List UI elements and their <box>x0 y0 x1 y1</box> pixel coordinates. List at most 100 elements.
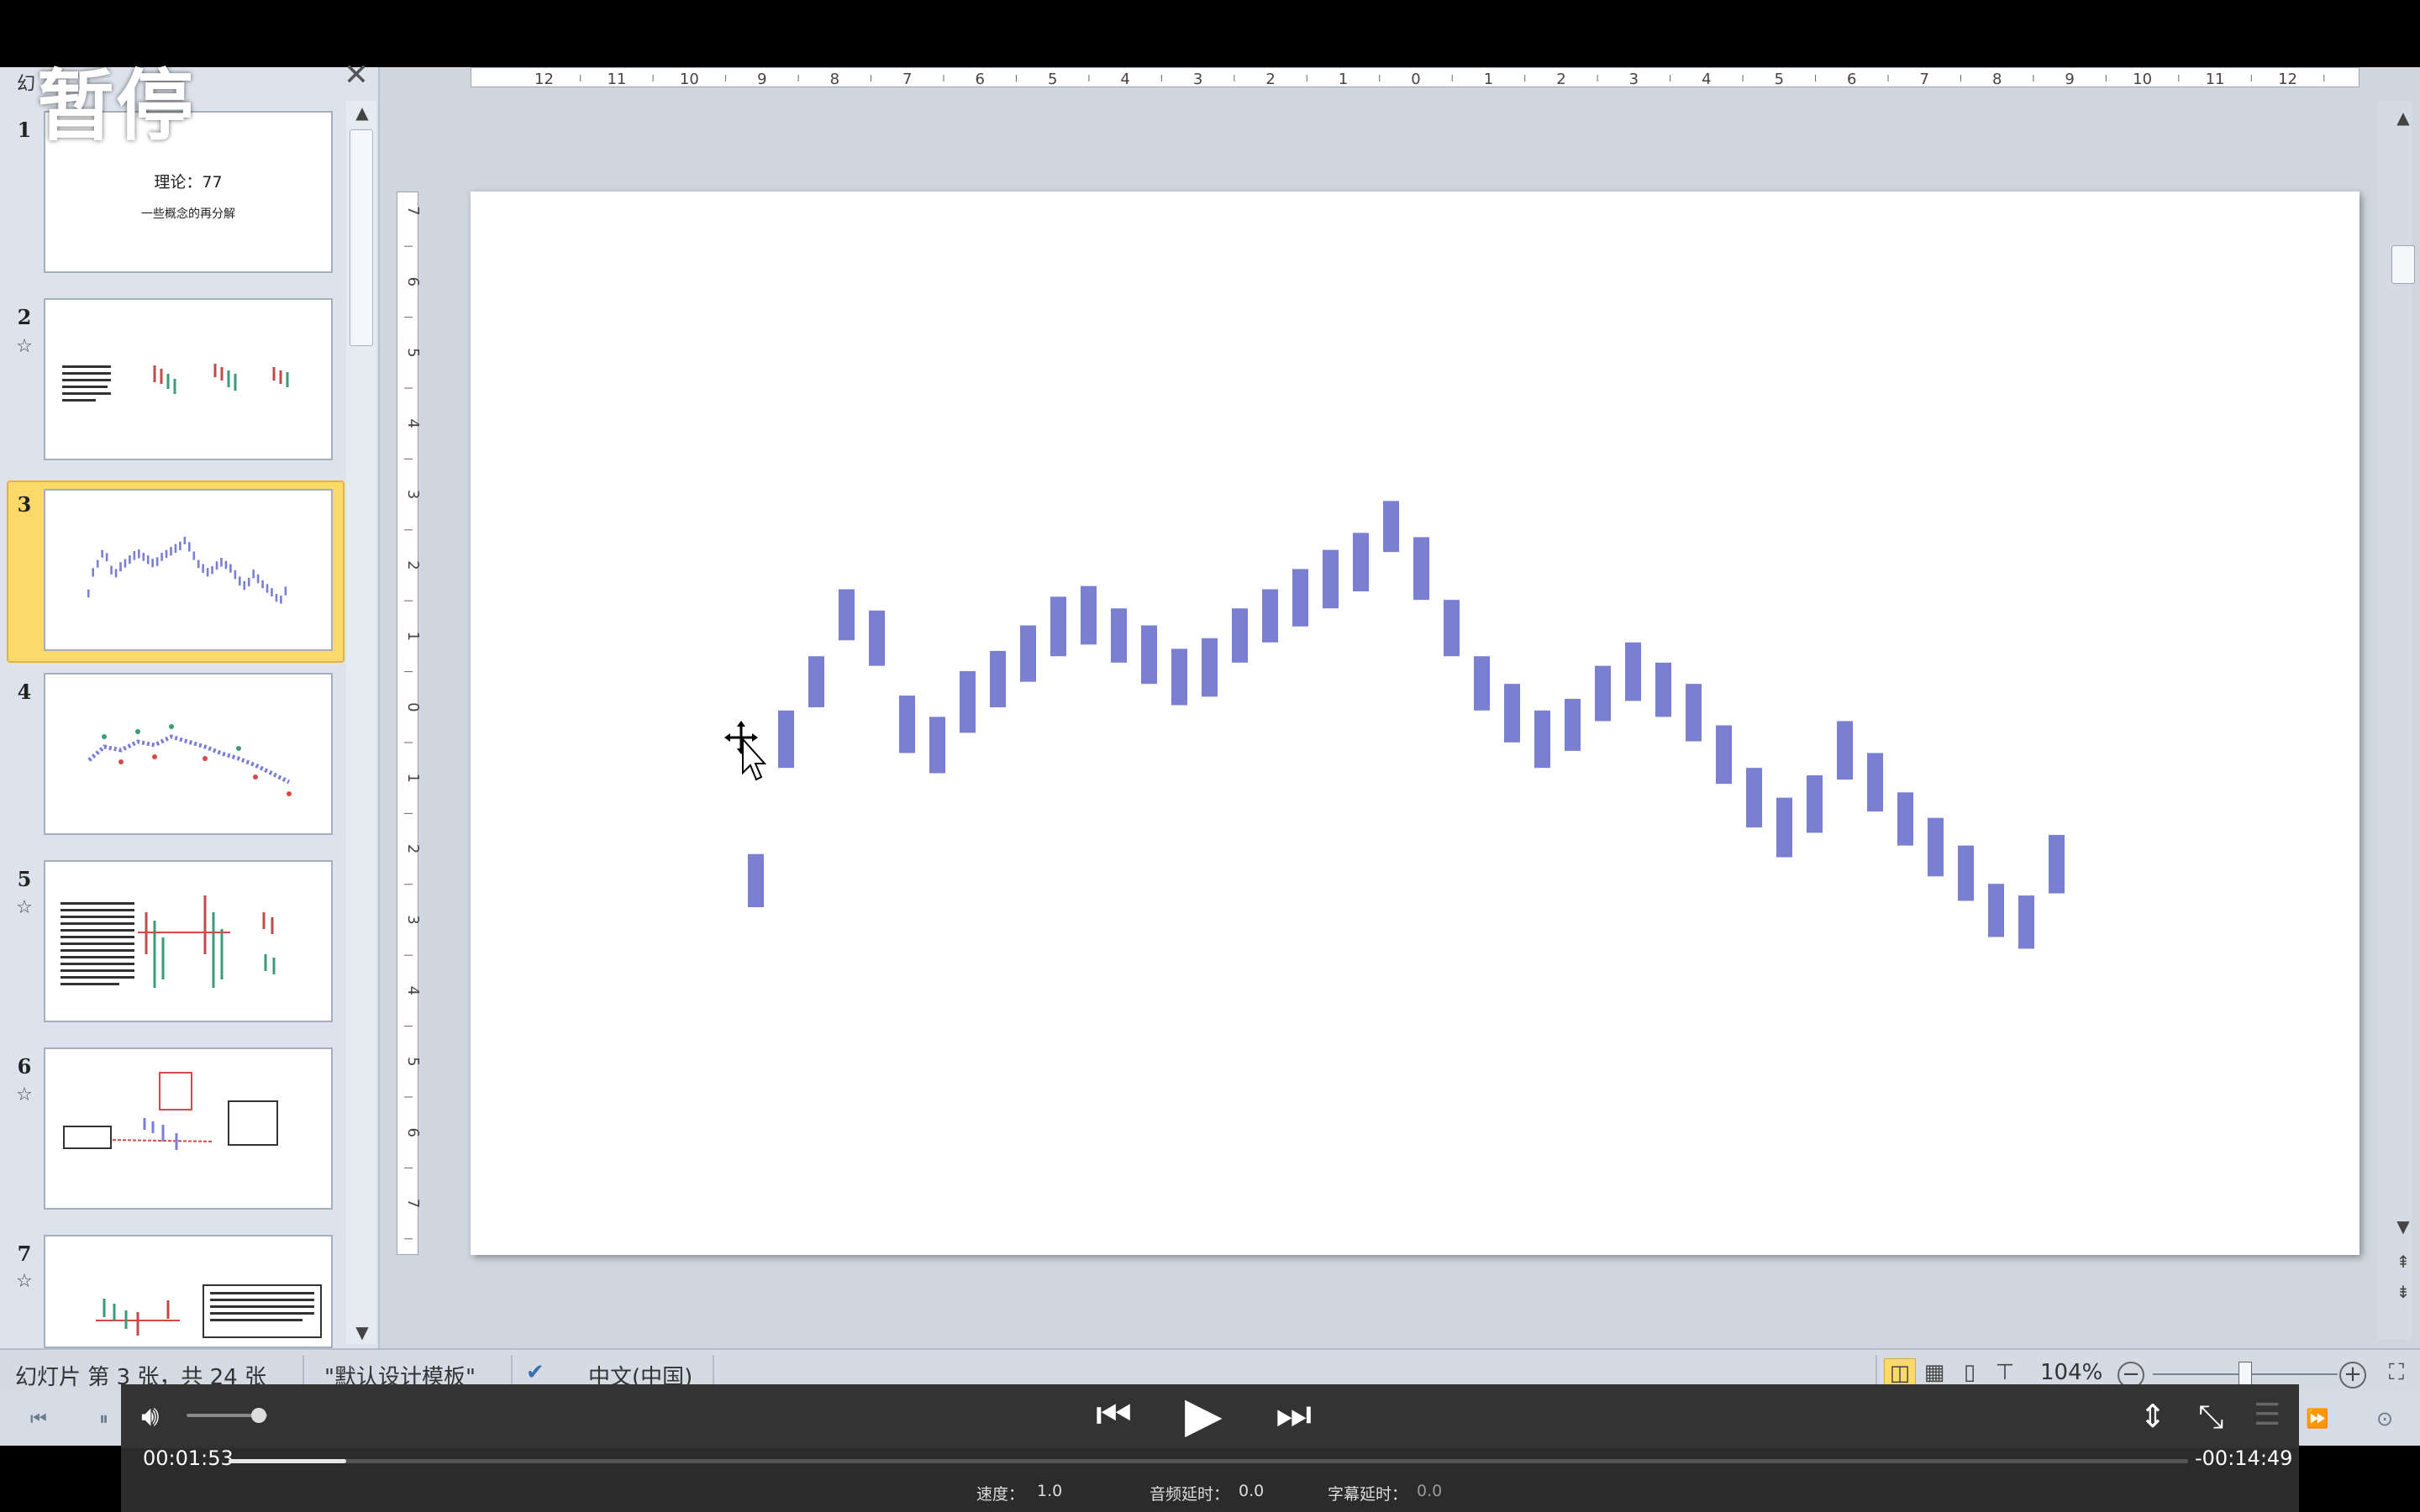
ruler-v-label: 4 <box>404 418 419 428</box>
previous-track-icon[interactable]: ⏮ <box>1096 1391 1132 1439</box>
range-bar-7[interactable] <box>929 717 945 774</box>
range-bar-4[interactable] <box>839 589 855 641</box>
range-bar-14[interactable] <box>1141 625 1157 685</box>
range-bar-5[interactable] <box>869 610 885 666</box>
ruler-v-label: 7 <box>404 206 419 215</box>
thumb-bar-41 <box>271 588 273 597</box>
zoom-in-icon[interactable]: + <box>2339 1362 2366 1389</box>
fit-screen-icon[interactable]: ⇕ <box>2139 1398 2166 1435</box>
range-bar-35[interactable] <box>1776 797 1792 858</box>
range-bar-12[interactable] <box>1081 585 1097 645</box>
range-bar-44[interactable] <box>2049 834 2065 894</box>
slide-thumbnail-7[interactable] <box>44 1235 333 1348</box>
thumb-bar-36 <box>247 577 250 586</box>
range-bar-21[interactable] <box>1353 533 1369 592</box>
zoom-slider-thumb[interactable] <box>2238 1362 2252 1387</box>
range-bar-25[interactable] <box>1474 656 1490 711</box>
range-bar-18[interactable] <box>1262 589 1278 643</box>
range-bar-22[interactable] <box>1383 501 1399 553</box>
next-track-icon[interactable]: ⏭ <box>1276 1391 1312 1439</box>
range-bar-10[interactable] <box>1020 625 1036 682</box>
range-bar-39[interactable] <box>1897 792 1913 846</box>
range-bar-9[interactable] <box>990 650 1006 708</box>
range-bar-42[interactable] <box>1988 884 2004 937</box>
pause-small-icon[interactable]: ⏸ <box>99 1409 108 1430</box>
reading-view-icon[interactable]: ▯ <box>1954 1358 1985 1387</box>
range-bar-43[interactable] <box>2018 895 2034 949</box>
thumb-bar-15 <box>151 559 154 568</box>
slideshow-view-icon[interactable]: ⊤ <box>1990 1358 2020 1387</box>
fit-to-window-icon[interactable]: ⛶ <box>2381 1358 2412 1387</box>
range-bar-8[interactable] <box>960 670 976 733</box>
range-bar-24[interactable] <box>1444 600 1460 657</box>
range-bar-40[interactable] <box>1928 817 1944 877</box>
canvas-scrollbar[interactable] <box>2378 101 2412 1340</box>
range-bar-34[interactable] <box>1746 768 1762 828</box>
canvas-scroll-thumb[interactable] <box>2391 245 2415 284</box>
scroll-up-icon[interactable]: ▲ <box>350 102 375 123</box>
range-bar-41[interactable] <box>1958 845 1974 901</box>
range-bar-6[interactable] <box>899 696 915 753</box>
range-bar-3[interactable] <box>808 656 824 708</box>
range-bar-15[interactable] <box>1171 648 1187 706</box>
canvas-scroll-up-icon[interactable]: ▲ <box>2391 108 2416 128</box>
move-cursor-icon <box>724 721 766 781</box>
fast-forward-icon[interactable]: ⏩ <box>2306 1409 2328 1430</box>
range-bar-37[interactable] <box>1837 721 1853 780</box>
thumb-3-preview <box>87 536 287 604</box>
range-bar-36[interactable] <box>1807 775 1823 833</box>
range-bar-30[interactable] <box>1625 642 1641 701</box>
options-icon[interactable]: ⊙ <box>2376 1407 2393 1431</box>
range-bar-29[interactable] <box>1595 665 1611 722</box>
thumb-bar-2 <box>92 568 95 577</box>
range-bar-19[interactable] <box>1292 569 1308 627</box>
range-bar-16[interactable] <box>1202 638 1218 697</box>
range-bar-28[interactable] <box>1565 698 1581 751</box>
close-panel-icon[interactable]: ✕ <box>341 60 371 91</box>
slide-thumbnail-4[interactable] <box>44 673 333 835</box>
speed-value[interactable]: 1.0 <box>1037 1482 1062 1500</box>
thumb-bar-7 <box>114 569 118 578</box>
range-bar-38[interactable] <box>1867 753 1883 812</box>
previous-slide-icon[interactable]: ⇞ <box>2391 1252 2416 1272</box>
slide-number-5: 5 <box>17 867 32 891</box>
range-bar-23[interactable] <box>1413 537 1429 601</box>
ruler-h-label: 8 <box>1992 71 2002 88</box>
scroll-down-icon[interactable]: ▼ <box>350 1322 375 1342</box>
range-bar-31[interactable] <box>1655 662 1671 717</box>
playlist-icon[interactable]: ☰ <box>2254 1398 2281 1432</box>
range-bar-2[interactable] <box>778 710 794 769</box>
progress-bar[interactable] <box>229 1459 2188 1463</box>
ruler-h-label: 7 <box>902 71 912 88</box>
spellcheck-icon[interactable]: ✔ <box>526 1360 544 1385</box>
play-icon[interactable]: ▶ <box>1185 1386 1223 1443</box>
range-bar-33[interactable] <box>1716 725 1732 785</box>
prev-animation-icon[interactable]: ⏮ <box>30 1409 47 1430</box>
slide-thumbnail-6[interactable] <box>44 1047 333 1210</box>
audio-delay-value[interactable]: 0.0 <box>1239 1482 1264 1500</box>
range-bar-11[interactable] <box>1050 596 1066 657</box>
next-slide-icon[interactable]: ⇟ <box>2391 1282 2416 1302</box>
letterbox-top <box>0 0 2420 67</box>
range-bar-26[interactable] <box>1504 684 1520 743</box>
slide-sorter-view-icon[interactable]: ▦ <box>1919 1358 1949 1387</box>
thumb-bar-10 <box>129 555 131 564</box>
slide-thumbnail-2[interactable] <box>44 298 333 460</box>
range-bar-1[interactable] <box>748 853 764 908</box>
subtitle-delay-value[interactable]: 0.0 <box>1417 1482 1442 1500</box>
ruler-h-label: 11 <box>2206 71 2225 88</box>
range-bar-32[interactable] <box>1686 684 1702 742</box>
canvas-scroll-down-icon[interactable]: ▼ <box>2391 1216 2416 1236</box>
ruler-h-label: 6 <box>976 71 985 88</box>
zoom-level[interactable]: 104% <box>2040 1360 2102 1385</box>
range-bar-13[interactable] <box>1111 608 1127 663</box>
range-bar-17[interactable] <box>1232 608 1248 663</box>
range-bar-20[interactable] <box>1323 549 1339 609</box>
thumb-2-preview <box>62 364 289 402</box>
volume-icon[interactable]: 🔊︎ <box>141 1399 159 1433</box>
range-bar-27[interactable] <box>1534 710 1550 769</box>
exit-fullscreen-icon[interactable]: ⤡ <box>2198 1398 2223 1436</box>
slide-thumbnail-5[interactable] <box>44 860 333 1022</box>
panel-scroll-thumb[interactable] <box>350 129 373 346</box>
slide-thumbnail-3[interactable] <box>44 489 333 651</box>
